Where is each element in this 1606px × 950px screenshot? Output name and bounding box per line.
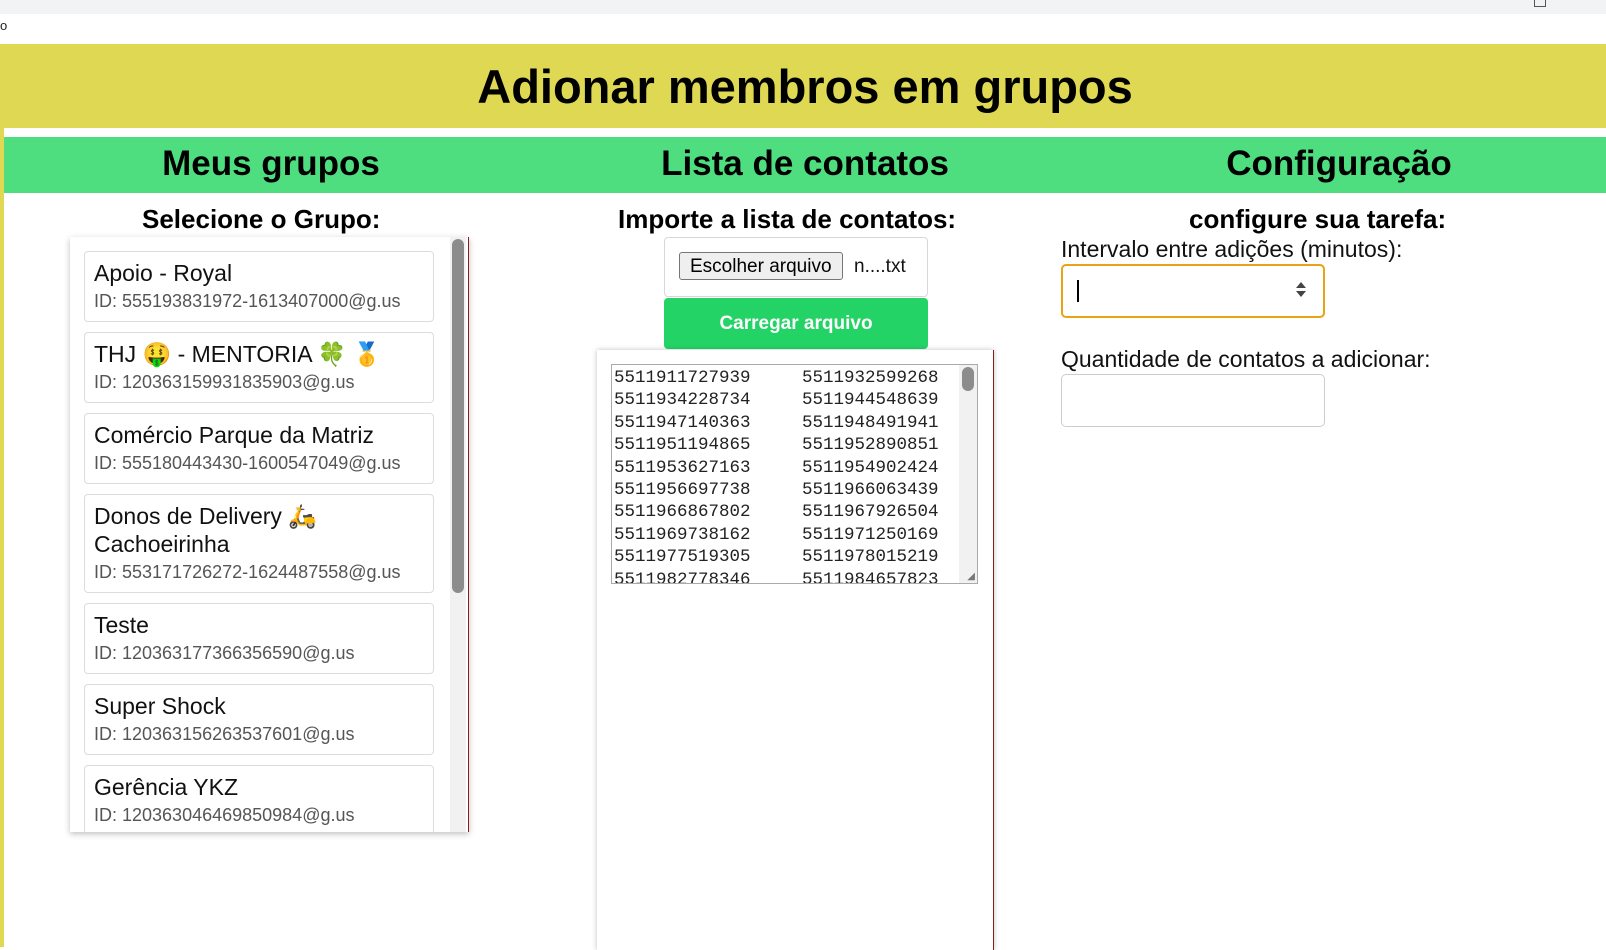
contact-number: 5511956697738 bbox=[614, 480, 751, 501]
group-id: ID: 553171726272-1624487558@g.us bbox=[94, 562, 401, 582]
contact-number: 5511966063439 bbox=[802, 480, 939, 501]
contact-number: 5511952890851 bbox=[802, 435, 939, 456]
group-name: Super Shock bbox=[94, 693, 226, 719]
group-id: ID: 120363156263537601@g.us bbox=[94, 724, 355, 744]
interval-input[interactable] bbox=[1061, 264, 1325, 318]
contact-number: 5511967926504 bbox=[802, 502, 939, 523]
group-name: Apoio - Royal bbox=[94, 260, 233, 286]
resize-grip-icon[interactable]: ◢ bbox=[967, 571, 975, 582]
contact-number: 5511953627163 bbox=[614, 457, 751, 478]
contact-number: 5511934228734 bbox=[614, 390, 751, 411]
groups-list: Apoio - Royal ID: 555193831972-1613407000… bbox=[84, 251, 434, 832]
quantity-input[interactable] bbox=[1061, 374, 1325, 427]
group-id: ID: 555193831972-1613407000@g.us bbox=[94, 291, 401, 311]
contact-number: 5511984657823 bbox=[802, 569, 939, 584]
contact-number: 5511966867802 bbox=[614, 502, 751, 523]
group-id: ID: 120363046469850984@g.us bbox=[94, 805, 355, 825]
group-id: ID: 120363159931835903@g.us bbox=[94, 372, 355, 392]
groups-column-title: Meus grupos bbox=[162, 144, 380, 183]
contact-number: 5511982778346 bbox=[614, 569, 751, 584]
groups-panel: Apoio - Royal ID: 555193831972-1613407000… bbox=[70, 237, 469, 832]
browser-top-bar bbox=[0, 0, 1606, 14]
contact-number: 5511944548639 bbox=[802, 390, 939, 411]
contact-number: 5511911727939 bbox=[614, 368, 751, 388]
selected-file-name: n....txt bbox=[854, 256, 906, 277]
import-contacts-label: Importe a lista de contatos: bbox=[618, 204, 957, 234]
spin-up-icon[interactable] bbox=[1296, 282, 1306, 288]
contact-number: 5511948491941 bbox=[802, 412, 939, 433]
contact-number: 5511947140363 bbox=[614, 412, 751, 433]
quantity-label: Quantidade de contatos a adicionar: bbox=[1061, 346, 1431, 372]
select-group-label: Selecione o Grupo: bbox=[142, 204, 381, 234]
stray-character: o bbox=[0, 18, 8, 33]
config-column-title: Configuração bbox=[1226, 144, 1452, 183]
window-icon[interactable] bbox=[1534, 0, 1546, 7]
group-card[interactable]: Apoio - Royal ID: 555193831972-1613407000… bbox=[84, 251, 434, 322]
contacts-grid: 5511911727939 5511932599268 5511934228734 5… bbox=[614, 367, 962, 584]
contacts-textarea[interactable]: 5511911727939 5511932599268 5511934228734 5… bbox=[611, 364, 978, 584]
text-caret bbox=[1077, 280, 1079, 302]
group-card[interactable]: Teste ID: 120363177366356590@g.us bbox=[84, 603, 434, 674]
group-card[interactable]: Comércio Parque da Matriz ID: 55518044343… bbox=[84, 413, 434, 484]
configure-task-label: configure sua tarefa: bbox=[1189, 204, 1447, 234]
contact-number: 5511932599268 bbox=[802, 368, 939, 388]
contacts-scrollbar-thumb[interactable] bbox=[962, 367, 974, 391]
groups-scrollbar-thumb[interactable] bbox=[452, 239, 464, 593]
header-banner: Adionar membros em grupos bbox=[4, 44, 1606, 128]
group-card[interactable]: Donos de Delivery 🛵 Cachoeirinha ID: 5531… bbox=[84, 494, 434, 593]
group-card[interactable]: THJ 🤑 - MENTORIA 🍀 🥇 ID: 1203631599318359… bbox=[84, 332, 434, 403]
choose-file-button[interactable]: Escolher arquivo bbox=[679, 252, 843, 280]
spin-down-icon[interactable] bbox=[1296, 291, 1306, 297]
group-card[interactable]: Super Shock ID: 120363156263537601@g.us bbox=[84, 684, 434, 755]
group-name: Teste bbox=[94, 612, 149, 638]
interval-label: Intervalo entre adições (minutos): bbox=[1061, 236, 1403, 262]
contact-number: 5511954902424 bbox=[802, 457, 939, 478]
group-name: Donos de Delivery 🛵 Cachoeirinha bbox=[94, 503, 317, 557]
group-card[interactable]: Gerência YKZ ID: 120363046469850984@g.us bbox=[84, 765, 434, 832]
groups-scrollbar[interactable] bbox=[450, 237, 466, 832]
group-name: THJ 🤑 - MENTORIA 🍀 🥇 bbox=[94, 341, 382, 367]
contact-number: 5511951194865 bbox=[614, 435, 751, 456]
load-file-button[interactable]: Carregar arquivo bbox=[664, 298, 928, 349]
contacts-column-title: Lista de contatos bbox=[661, 144, 949, 183]
page-title: Adionar membros em grupos bbox=[477, 59, 1133, 113]
group-name: Gerência YKZ bbox=[94, 774, 239, 800]
contacts-panel: 5511911727939 5511932599268 5511934228734 5… bbox=[597, 350, 994, 950]
column-headers: Meus grupos Lista de contatos Configuraç… bbox=[4, 137, 1606, 193]
page: Adionar membros em grupos Meus grupos Li… bbox=[4, 44, 1606, 950]
contact-number: 5511978015219 bbox=[802, 547, 939, 568]
contact-number: 5511971250169 bbox=[802, 524, 939, 545]
group-name: Comércio Parque da Matriz bbox=[94, 422, 374, 448]
contact-number: 5511977519305 bbox=[614, 547, 751, 568]
file-picker: Escolher arquivo n....txt bbox=[664, 237, 928, 297]
spinner-icon[interactable] bbox=[1295, 280, 1307, 302]
contact-number: 5511969738162 bbox=[614, 524, 751, 545]
contacts-scrollbar[interactable] bbox=[959, 365, 977, 583]
group-id: ID: 555180443430-1600547049@g.us bbox=[94, 453, 401, 473]
group-id: ID: 120363177366356590@g.us bbox=[94, 643, 355, 663]
